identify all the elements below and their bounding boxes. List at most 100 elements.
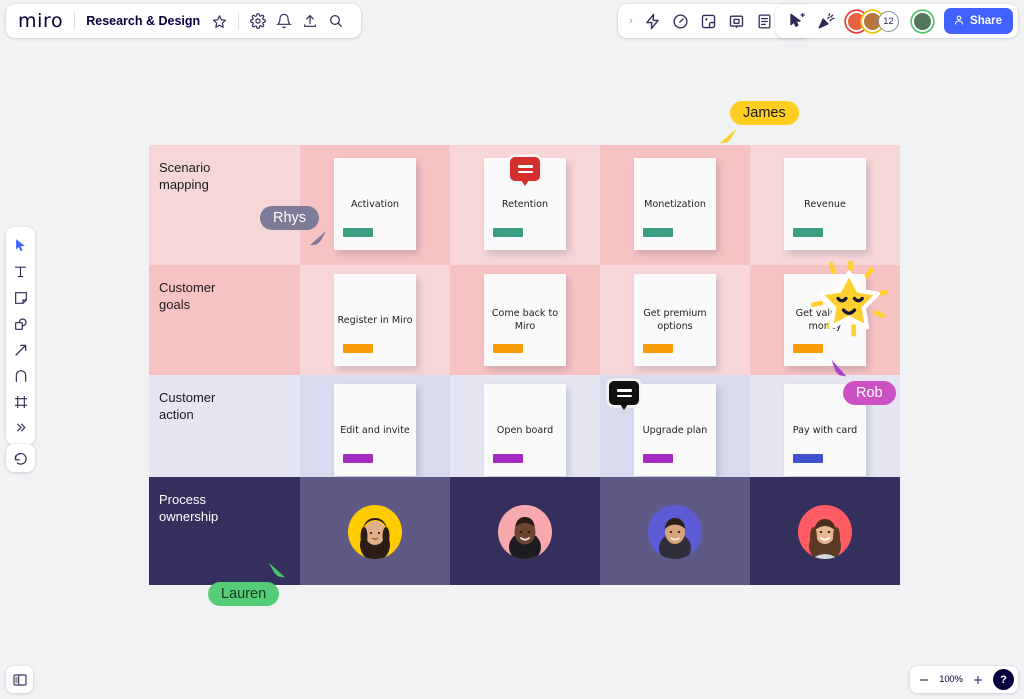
card-come-back-to-miro[interactable]: Come back to Miro [484,274,566,366]
share-button-label: Share [970,15,1002,27]
card-tag [493,454,523,463]
owner-avatar-4[interactable] [798,505,852,559]
card-label: Get premium options [643,308,707,332]
bell-icon[interactable] [271,8,297,34]
collaborator-name: Rhys [273,210,307,226]
cell-scenario-revenue[interactable]: Revenue [750,145,900,265]
row-header-scenario-mapping: Scenario mapping [149,145,300,265]
cursor-pointer-rhys [307,228,329,255]
zoom-controls: 100% ? [910,666,1018,693]
owner-avatar-2[interactable] [498,505,552,559]
connector-tool[interactable] [8,337,33,362]
cursor-pointer-james [718,126,740,153]
avatar-overflow-count[interactable]: 12 [878,10,900,32]
cell-owner-retention[interactable] [450,477,600,585]
cursor-share-icon[interactable] [784,9,809,34]
owner-avatar-1[interactable] [348,505,402,559]
person-icon [953,14,965,29]
collaborator-avatars[interactable]: 12 [846,10,900,32]
presentation-icon[interactable] [724,9,749,34]
collaborator-name: James [743,105,786,121]
timer-icon[interactable] [668,9,693,34]
card-label: Come back to Miro [491,308,559,332]
cell-owner-revenue[interactable] [750,477,900,585]
cell-scenario-retention[interactable]: Retention [450,145,600,265]
card-upgrade-plan[interactable]: Upgrade plan [634,384,716,476]
current-user-avatar[interactable] [912,10,934,32]
panel-toggle-icon[interactable] [6,666,33,693]
row-header-customer-goals: Customer goals [149,265,300,375]
owner-avatar-3[interactable] [648,505,702,559]
collaboration-bar: 12 Share [775,4,1018,38]
row-label: Customer action [159,390,216,422]
cell-goals-activation[interactable]: Register in Miro [300,265,450,375]
row-header-customer-action: Customer action [149,375,300,477]
shapes-tool[interactable] [8,311,33,336]
card-tag [793,344,823,353]
upload-icon[interactable] [297,8,323,34]
lightning-icon[interactable] [640,9,665,34]
help-button[interactable]: ? [993,669,1014,690]
card-revenue[interactable]: Revenue [784,158,866,250]
star-icon[interactable] [206,8,232,34]
comment-upgrade-plan[interactable] [609,381,639,410]
cursor-pointer-rob [829,358,851,385]
star-sticker[interactable] [810,259,888,344]
cell-goals-revenue[interactable]: Get value fo money [750,259,900,375]
sticky-note-tool[interactable] [8,285,33,310]
cell-action-monetization[interactable]: Upgrade plan [600,375,750,477]
board-title[interactable]: Research & Design [75,14,206,28]
party-popper-icon[interactable] [813,9,838,34]
row-label: Process ownership [159,492,219,524]
text-tool[interactable] [8,259,33,284]
cell-owner-monetization[interactable] [600,477,750,585]
cursor-label-rob: Rob [843,381,896,405]
cell-goals-retention[interactable]: Come back to Miro [450,265,600,375]
cell-scenario-monetization[interactable]: Monetization [600,145,750,265]
card-tag [493,228,523,237]
card-tag [493,344,523,353]
card-tag [643,454,673,463]
card-tag [793,228,823,237]
card-label: Pay with card [792,424,858,436]
card-label: Register in Miro [337,314,413,326]
cursor-label-rhys: Rhys [260,206,320,230]
notes-icon[interactable] [752,9,777,34]
cell-goals-monetization[interactable]: Get premium options [600,265,750,375]
zoom-out-button[interactable] [914,669,934,691]
card-label: Monetization [644,198,706,210]
select-cursor-tool[interactable] [8,233,33,258]
card-label: Activation [350,198,400,210]
card-tag [643,228,673,237]
more-tools-icon[interactable] [8,415,33,440]
comment-retention[interactable] [510,157,540,186]
gear-icon[interactable] [245,8,271,34]
card-get-premium-options[interactable]: Get premium options [634,274,716,366]
collaborator-name: Rob [856,385,883,401]
card-register-in-miro[interactable]: Register in Miro [334,274,416,366]
board-header-bar: miro Research & Design [6,4,362,38]
miro-logo[interactable]: miro [18,10,74,32]
card-edit-and-invite[interactable]: Edit and invite [334,384,416,476]
zoom-level-label[interactable]: 100% [937,674,965,685]
cell-owner-activation[interactable] [300,477,450,585]
undo-button[interactable] [6,444,35,472]
sticky-export-icon[interactable] [696,9,721,34]
card-activation[interactable]: Activation [334,158,416,250]
frame-tool[interactable] [8,389,33,414]
card-label: Revenue [804,198,846,210]
cell-action-activation[interactable]: Edit and invite [300,375,450,477]
pen-tool[interactable] [8,363,33,388]
card-label: Edit and invite [340,424,410,436]
expand-toolbar-icon[interactable]: › [625,15,637,27]
card-monetization[interactable]: Monetization [634,158,716,250]
search-icon[interactable] [323,8,349,34]
cursor-label-james: James [730,101,799,125]
share-button[interactable]: Share [944,8,1013,34]
collaborator-name: Lauren [221,586,267,602]
zoom-in-button[interactable] [968,669,988,691]
cursor-label-lauren: Lauren [208,582,280,606]
cell-action-retention[interactable]: Open board [450,375,600,477]
card-open-board[interactable]: Open board [484,384,566,476]
row-label: Customer goals [159,280,216,312]
